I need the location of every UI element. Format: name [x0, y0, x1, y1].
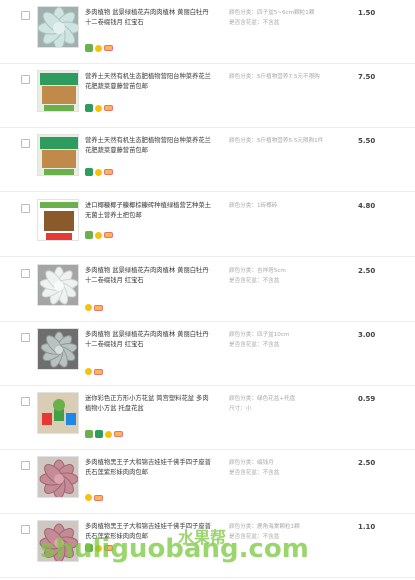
sku-properties[interactable]: 颜色分类：四子盆10cm 是否含花盆：不含盆 [229, 330, 325, 350]
service-badges [85, 104, 113, 112]
item-checkbox[interactable] [21, 11, 30, 20]
shop-badge-icon [104, 232, 113, 238]
item-checkbox[interactable] [21, 204, 30, 213]
tmall-icon [95, 430, 103, 438]
sku-property-line: 颜色分类：5斤植物营养5.5元限购1件 [229, 138, 324, 144]
tmall-icon [85, 168, 93, 176]
shop-badge-icon [94, 368, 103, 375]
product-thumbnail[interactable] [37, 70, 79, 112]
item-checkbox[interactable] [21, 333, 30, 342]
service-badges [85, 304, 103, 311]
sun-icon [85, 304, 92, 311]
sku-property-line: 颜色分类：四子盆5~6cm颗粒1颗 [229, 10, 315, 16]
sku-properties[interactable]: 颜色分类：吉祥塔5cm 是否含花盆：不含盆 [229, 266, 325, 286]
sun-icon [95, 104, 102, 112]
sun-icon [85, 494, 92, 501]
cart-item-row[interactable]: 进口椰糠椰子糠椰棕糠砖种植绿植营艺种菜土无菌土营养土把包邮 颜色分类：1砖椰砖 4.… [0, 193, 415, 257]
tmall-icon [85, 104, 93, 112]
product-thumbnail[interactable] [37, 456, 79, 498]
sun-icon [85, 368, 92, 375]
sku-property-line: 颜色分类：缀钱月 [229, 460, 274, 466]
item-checkbox[interactable] [21, 139, 30, 148]
sku-property-line: 是否含花盆：不含盆 [229, 278, 280, 284]
sku-property-line: 颜色分类：绿色花盆+托盘 [229, 396, 296, 402]
service-badges [85, 430, 123, 438]
product-thumbnail[interactable] [37, 264, 79, 306]
unit-price: 1.10 [358, 523, 376, 531]
product-thumbnail[interactable] [37, 134, 79, 176]
sun-icon [95, 168, 102, 176]
product-title-link[interactable]: 多肉植物 盆景绿植花卉肉肉植林 黄丽白牡丹十二卷缀钱月 红宝石 [85, 8, 213, 28]
service-badges [85, 494, 103, 501]
service-badges [85, 44, 113, 52]
sku-property-line: 尺寸：小 [229, 406, 252, 412]
sku-property-line: 颜色分类：吉祥塔5cm [229, 268, 286, 274]
service-badges [85, 168, 113, 176]
cart-item-row[interactable]: 多肉植物 盆景绿植花卉肉肉植林 黄丽白牡丹十二卷缀钱月 红宝石 颜色分类：四子盆5… [0, 0, 415, 64]
cart-item-row[interactable]: 多肉植物 盆景绿植花卉肉肉植林 黄丽白牡丹十二卷缀钱月 红宝石 颜色分类：四子盆1… [0, 322, 415, 386]
sku-property-line: 是否含花盆：不含盆 [229, 342, 280, 348]
shop-badge-icon [114, 431, 123, 437]
service-badges [85, 231, 113, 239]
guarantee-icon [85, 231, 93, 239]
item-checkbox[interactable] [21, 269, 30, 278]
unit-price: 0.59 [358, 395, 376, 403]
product-title-link[interactable]: 营养土天然有机生态肥植物营阳台种菜养花兰花肥蔬菜蔓藤营苗包邮 [85, 136, 213, 156]
unit-price: 5.50 [358, 137, 376, 145]
cart-item-row[interactable]: 营养土天然有机生态肥植物营阳台种菜养花兰花肥蔬菜蔓藤营苗包邮 颜色分类：5斤植物营… [0, 64, 415, 128]
item-checkbox[interactable] [21, 525, 30, 534]
watermark-cn: 水果帮 [178, 528, 227, 547]
cart-item-row[interactable]: 迷你彩色正方形小方花盆 简宫塑料花盆 多肉植物小方盆 托盘花盆 颜色分类：绿色花盆… [0, 386, 415, 450]
sun-icon [105, 430, 112, 438]
product-thumbnail[interactable] [37, 392, 79, 434]
shop-badge-icon [104, 105, 113, 111]
shop-badge-icon [104, 45, 113, 51]
shop-badge-icon [94, 494, 103, 501]
sku-property-line: 是否含花盆：不含盆 [229, 20, 280, 26]
cart-item-row[interactable]: 多肉植物黑王子大和锦吉娃娃千佛手四子座普氏石莲紫形妹肉肉包邮 颜色分类：缀钱月 是否… [0, 450, 415, 514]
product-thumbnail[interactable] [37, 6, 79, 48]
product-title-link[interactable]: 多肉植物 盆景绿植花卉肉肉植林 黄丽白牡丹十二卷缀钱月 红宝石 [85, 266, 213, 286]
product-thumbnail[interactable] [37, 328, 79, 370]
unit-price: 3.00 [358, 331, 376, 339]
product-title-link[interactable]: 营养土天然有机生态肥植物营阳台种菜养花兰花肥蔬菜蔓藤营苗包邮 [85, 72, 213, 92]
shop-badge-icon [94, 304, 103, 311]
watermark-text: shuliguobang.com [40, 534, 309, 564]
unit-price: 2.50 [358, 267, 376, 275]
sun-icon [95, 44, 102, 52]
sku-property-line: 颜色分类：鹿角海棠颗粒1颗 [229, 524, 300, 530]
sku-properties[interactable]: 颜色分类：缀钱月 是否含花盆：不含盆 [229, 458, 325, 478]
product-thumbnail[interactable] [37, 199, 79, 241]
product-title-link[interactable]: 多肉植物 盆景绿植花卉肉肉植林 黄丽白牡丹十二卷缀钱月 红宝石 [85, 330, 213, 350]
sku-properties[interactable]: 颜色分类：5斤植物营养7.5元不限购 [229, 72, 325, 82]
unit-price: 1.50 [358, 9, 376, 17]
item-checkbox[interactable] [21, 461, 30, 470]
unit-price: 7.50 [358, 73, 376, 81]
product-title-link[interactable]: 迷你彩色正方形小方花盆 简宫塑料花盆 多肉植物小方盆 托盘花盆 [85, 394, 213, 414]
product-title-link[interactable]: 进口椰糠椰子糠椰棕糠砖种植绿植营艺种菜土无菌土营养土把包邮 [85, 201, 213, 221]
unit-price: 2.50 [358, 459, 376, 467]
item-checkbox[interactable] [21, 397, 30, 406]
sku-properties[interactable]: 颜色分类：绿色花盆+托盘 尺寸：小 [229, 394, 325, 414]
sku-property-line: 颜色分类：四子盆10cm [229, 332, 290, 338]
cart-item-row[interactable]: 营养土天然有机生态肥植物营阳台种菜养花兰花肥蔬菜蔓藤营苗包邮 颜色分类：5斤植物营… [0, 128, 415, 192]
sku-property-line: 颜色分类：5斤植物营养7.5元不限购 [229, 74, 320, 80]
cart-item-row[interactable]: 多肉植物 盆景绿植花卉肉肉植林 黄丽白牡丹十二卷缀钱月 红宝石 颜色分类：吉祥塔5… [0, 258, 415, 322]
sku-properties[interactable]: 颜色分类：四子盆5~6cm颗粒1颗 是否含花盆：不含盆 [229, 8, 325, 28]
guarantee-icon [85, 430, 93, 438]
service-badges [85, 368, 103, 375]
item-checkbox[interactable] [21, 75, 30, 84]
product-title-link[interactable]: 多肉植物黑王子大和锦吉娃娃千佛手四子座普氏石莲紫形妹肉肉包邮 [85, 458, 213, 478]
shop-badge-icon [104, 169, 113, 175]
sku-properties[interactable]: 颜色分类：1砖椰砖 [229, 201, 325, 211]
sun-icon [95, 231, 102, 239]
sku-property-line: 颜色分类：1砖椰砖 [229, 203, 278, 209]
guarantee-icon [85, 44, 93, 52]
sku-properties[interactable]: 颜色分类：5斤植物营养5.5元限购1件 [229, 136, 325, 146]
sku-property-line: 是否含花盆：不含盆 [229, 470, 280, 476]
unit-price: 4.80 [358, 202, 376, 210]
